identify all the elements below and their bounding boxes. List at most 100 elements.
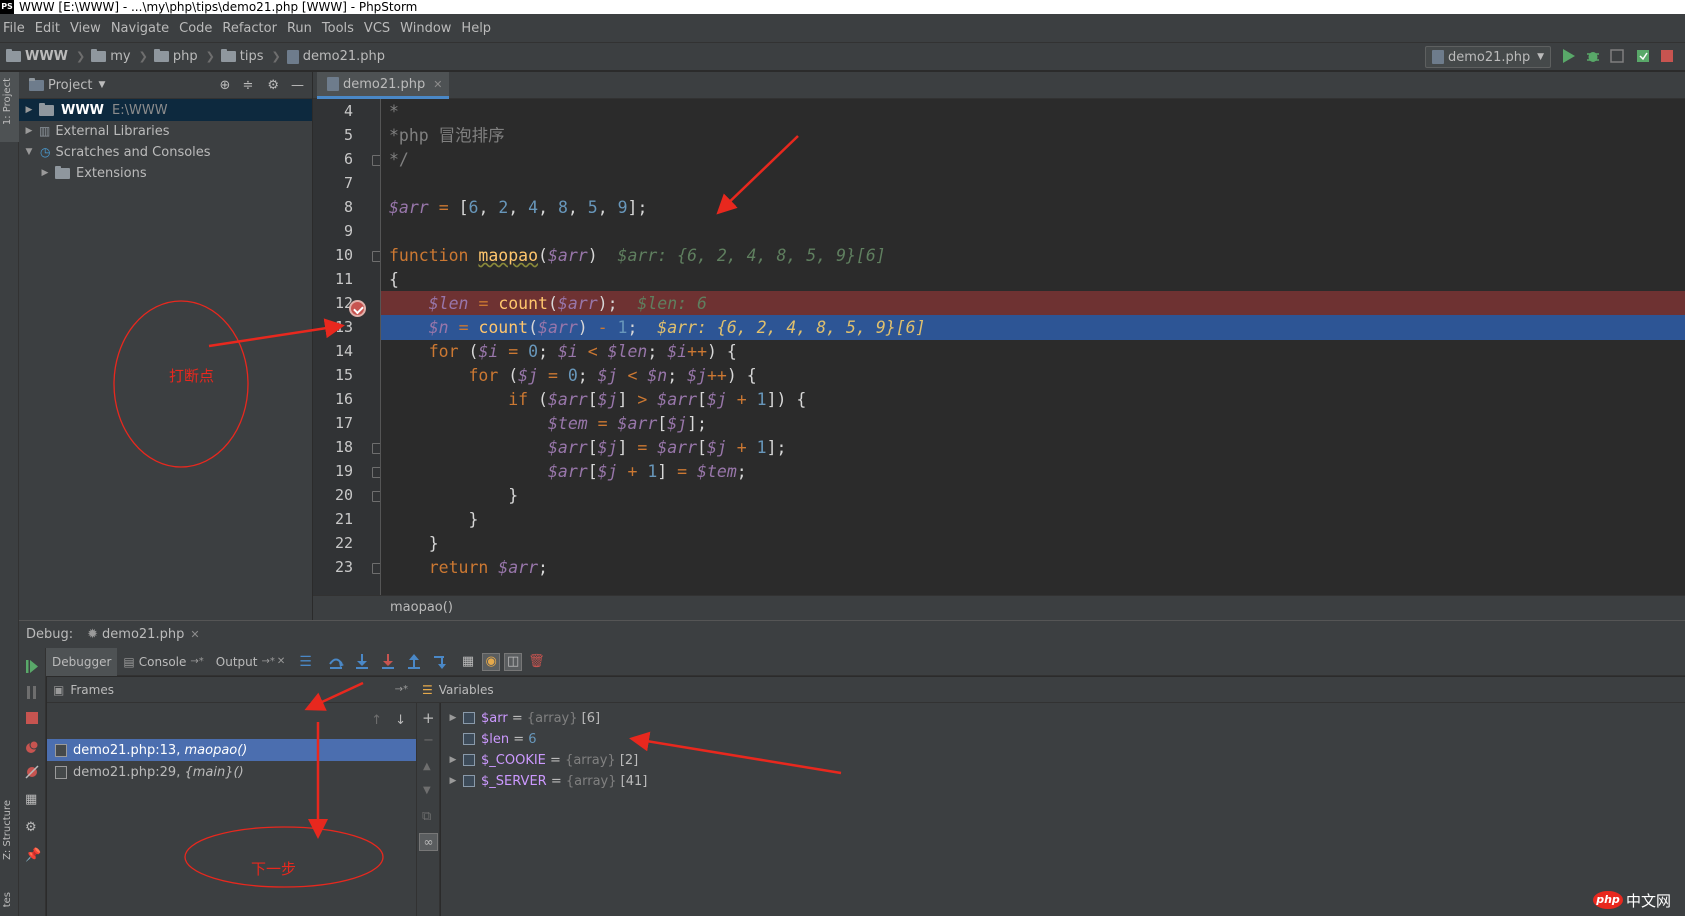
step-over-icon[interactable] — [328, 654, 344, 670]
collapse-arrow-icon[interactable]: ▼ — [23, 147, 35, 157]
project-view-select[interactable]: Project — [48, 78, 92, 93]
step-out-icon[interactable] — [406, 653, 422, 670]
editor-gutter[interactable]: 4 5 6 7 8 9 10 11 12 13 14 15 16 17 18 1… — [313, 99, 381, 595]
line-number: 22 — [334, 534, 353, 552]
pin-icon[interactable]: 📌 — [25, 848, 41, 863]
menu-refactor[interactable]: Refactor — [222, 21, 277, 36]
move-up-icon[interactable]: ▲ — [423, 761, 431, 772]
menu-view[interactable]: View — [70, 21, 101, 36]
tab-debugger[interactable]: Debugger — [46, 647, 118, 676]
arrow-up-icon[interactable]: ↑ — [371, 713, 382, 728]
expand-arrow-icon[interactable]: ▶ — [447, 713, 459, 723]
menu-edit[interactable]: Edit — [35, 21, 60, 36]
menu-help[interactable]: Help — [461, 21, 491, 36]
menu-file[interactable]: File — [3, 21, 25, 36]
tree-item-extensions[interactable]: ▶ Extensions — [19, 162, 312, 184]
variable-row[interactable]: ▶ $_COOKIE = {array} [2] — [447, 749, 639, 771]
variable-row[interactable]: ▶ $arr = {array} [6] — [447, 707, 601, 729]
arrow-down-icon[interactable]: ↓ — [395, 713, 406, 728]
tree-item-scratches[interactable]: ▼ ◷ Scratches and Consoles — [19, 141, 312, 163]
fold-marker-icon[interactable] — [372, 155, 380, 166]
stop-icon[interactable] — [26, 712, 38, 724]
tab-output[interactable]: Output →* ✕ — [210, 648, 291, 676]
php-debug-icon[interactable]: ◉ — [482, 652, 501, 671]
tab-demo21-php[interactable]: demo21.php ✕ — [317, 72, 449, 99]
run-configuration-select[interactable]: demo21.php ▼ — [1425, 46, 1551, 68]
frame-row[interactable]: demo21.php:13, maopao() — [47, 739, 416, 761]
fold-marker-icon[interactable] — [372, 491, 380, 502]
structure-tool-label[interactable]: Z: Structure — [2, 800, 13, 860]
breadcrumb-my[interactable]: my — [91, 49, 131, 64]
menu-navigate[interactable]: Navigate — [111, 21, 169, 36]
view-breakpoints-icon[interactable] — [25, 740, 39, 754]
mute-breakpoints-icon[interactable] — [25, 765, 39, 779]
fold-marker-icon[interactable] — [372, 251, 380, 262]
expand-arrow-icon[interactable]: ▶ — [23, 126, 35, 136]
attach-debugger-button[interactable] — [1635, 48, 1651, 64]
variables-header: ☰ Variables — [416, 677, 1685, 703]
evaluate-expression-icon[interactable]: ▦ — [462, 654, 474, 669]
minimize-icon[interactable]: — — [291, 78, 304, 93]
collapse-all-icon[interactable]: ≑ — [242, 78, 253, 93]
show-values-inline-icon[interactable]: ∞ — [419, 833, 438, 851]
frame-icon — [55, 743, 67, 757]
favorites-tool-label[interactable]: tes — [2, 892, 13, 907]
clear-icon[interactable]: 🗑 — [528, 654, 545, 669]
breakpoint-icon[interactable] — [349, 300, 366, 317]
step-into-icon[interactable] — [354, 653, 370, 670]
variable-row[interactable]: $len = 6 — [463, 728, 537, 750]
expand-arrow-icon[interactable]: ▶ — [23, 105, 35, 115]
gear-icon[interactable]: ⚙ — [267, 78, 279, 93]
pin-tab-icon[interactable]: →* — [395, 684, 408, 695]
fold-marker-icon[interactable] — [372, 467, 380, 478]
force-step-into-icon[interactable] — [380, 653, 396, 670]
copy-icon[interactable]: ⧉ — [422, 809, 431, 824]
tree-item-external-libraries[interactable]: ▶ ▥ External Libraries — [19, 120, 312, 142]
expand-arrow-icon[interactable]: ▶ — [447, 755, 459, 765]
coverage-button[interactable] — [1609, 48, 1625, 64]
annotation-step-note: 下一步 — [251, 860, 297, 878]
run-button[interactable] — [1561, 48, 1577, 64]
breadcrumb-tips[interactable]: tips — [220, 49, 264, 64]
debug-session-tab[interactable]: demo21.php — [102, 627, 184, 642]
menu-vcs[interactable]: VCS — [364, 21, 390, 36]
close-icon[interactable]: ✕ — [433, 78, 442, 91]
pin-tab-icon[interactable]: →* — [261, 656, 274, 667]
add-watch-icon[interactable]: + — [422, 709, 435, 727]
frame-row[interactable]: demo21.php:29, {main}() — [47, 761, 416, 783]
gear-icon[interactable]: ⚙ — [25, 820, 37, 835]
breadcrumb-php[interactable]: php — [153, 49, 198, 64]
dropdown-arrow-icon[interactable]: ▼ — [98, 80, 105, 90]
tab-console[interactable]: ▤ Console →* — [117, 648, 209, 676]
fold-marker-icon[interactable] — [372, 443, 380, 454]
show-execution-point-icon[interactable]: ☰ — [299, 654, 312, 670]
menu-code[interactable]: Code — [179, 21, 212, 36]
code-editor[interactable]: * *php 冒泡排序 */ $arr = [6, 2, 4, 8, 5, 9]… — [381, 99, 1685, 595]
tree-item-www[interactable]: ▶ WWW E:\WWW — [19, 99, 312, 121]
project-tool-label[interactable]: 1: Project — [2, 78, 13, 125]
remove-watch-icon[interactable]: − — [423, 733, 434, 748]
breadcrumb-file[interactable]: demo21.php — [286, 49, 385, 64]
locate-icon[interactable]: ⊕ — [220, 78, 231, 93]
expand-arrow-icon[interactable]: ▶ — [39, 168, 51, 178]
menu-run[interactable]: Run — [287, 21, 312, 36]
menu-tools[interactable]: Tools — [322, 21, 354, 36]
variable-row[interactable]: ▶ $_SERVER = {array} [41] — [447, 770, 648, 792]
breadcrumb-www[interactable]: WWW — [6, 49, 68, 64]
array-icon — [463, 754, 475, 766]
layout-icon[interactable]: ▦ — [25, 792, 37, 807]
pin-tab-icon[interactable]: →* — [190, 656, 203, 667]
close-icon[interactable]: ✕ — [190, 628, 199, 641]
fold-marker-icon[interactable] — [372, 563, 380, 574]
watch-icon[interactable]: ◫ — [504, 652, 523, 671]
run-to-cursor-icon[interactable] — [432, 654, 448, 670]
menu-window[interactable]: Window — [400, 21, 451, 36]
editor-breadcrumb[interactable]: maopao() — [313, 595, 1685, 620]
debug-button[interactable] — [1585, 48, 1601, 64]
pause-icon[interactable] — [26, 686, 38, 699]
stop-button[interactable] — [1659, 48, 1675, 64]
expand-arrow-icon[interactable]: ▶ — [447, 776, 459, 786]
resume-icon[interactable] — [26, 660, 38, 673]
close-icon[interactable]: ✕ — [277, 656, 285, 667]
move-down-icon[interactable]: ▼ — [423, 785, 431, 796]
